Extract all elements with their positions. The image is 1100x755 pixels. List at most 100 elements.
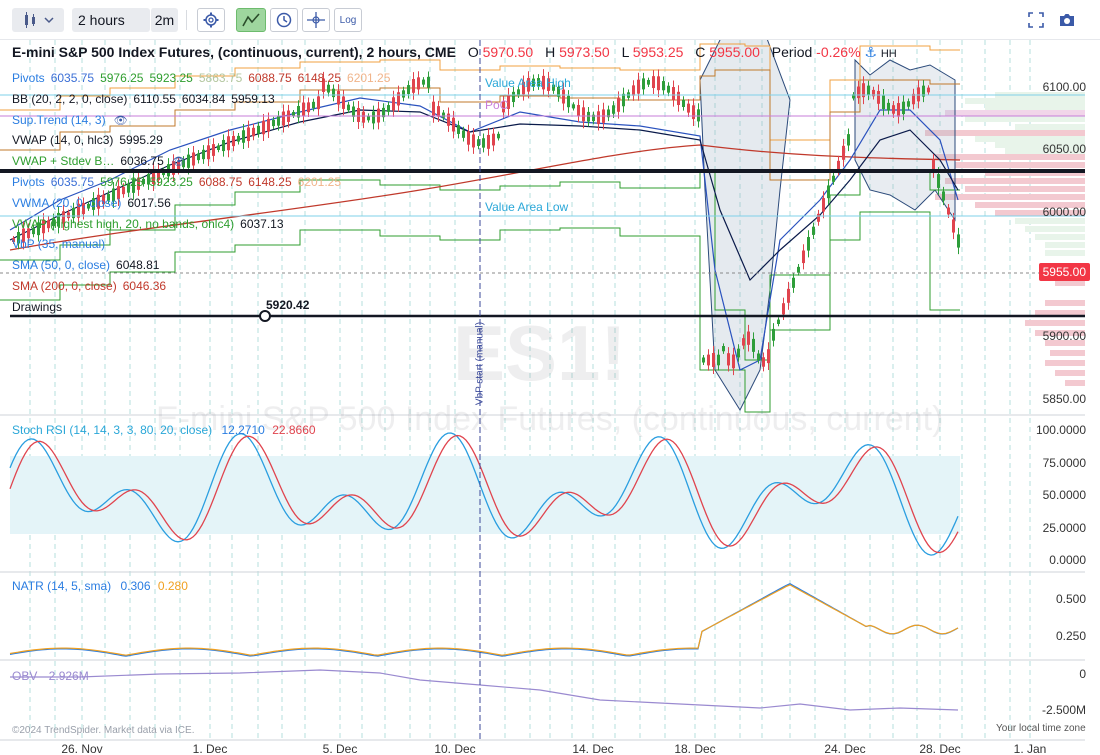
candle-body — [587, 111, 590, 122]
indicator-row[interactable]: VWAP (14, 0, hlc3) 5995.29 — [12, 133, 163, 147]
price-tick-label: 6050.00 — [1042, 142, 1086, 156]
candle-body — [407, 85, 410, 94]
fullscreen-icon — [1028, 12, 1044, 28]
candle-body — [252, 127, 255, 137]
candle-body — [822, 198, 825, 212]
candle-body — [492, 133, 495, 146]
indicator-value: 5976.25 — [100, 71, 144, 85]
candlestick-icon — [25, 12, 35, 28]
stoch-rsi-k-value: 12.2710 — [221, 423, 265, 437]
timezone-text[interactable]: Your local time zone — [996, 723, 1086, 734]
candle-body — [237, 135, 240, 142]
indicator-value: 6048.81 — [116, 258, 160, 273]
candle-body — [782, 303, 785, 315]
settings-button[interactable] — [197, 8, 225, 32]
obv-line — [10, 669, 959, 711]
hline-anchor-handle — [259, 310, 271, 322]
natr-line — [9, 583, 959, 657]
natr-name: NATR (14, 5, sma) — [12, 579, 112, 593]
candle-body — [372, 111, 375, 124]
candle-body — [277, 115, 280, 126]
poc-label: PoC — [485, 98, 509, 112]
candle-body — [202, 149, 205, 160]
visibility-eye-icon[interactable]: 👁 — [114, 115, 128, 127]
fullscreen-button[interactable] — [1026, 8, 1046, 32]
date-tick-label: 1. Jan — [1013, 742, 1047, 755]
indicator-row[interactable]: Sup.Trend (14, 3) 👁 — [12, 113, 128, 127]
vbp-bar — [1035, 234, 1085, 240]
vbp-start-label[interactable]: VbP start (manual) — [475, 304, 486, 424]
candle-body — [952, 219, 955, 233]
candle-body — [742, 338, 745, 346]
candle-body — [732, 354, 735, 369]
candle-body — [942, 191, 945, 201]
candle-body — [432, 101, 435, 116]
candle-body — [517, 89, 520, 96]
candle-body — [347, 104, 350, 111]
candle-body — [807, 237, 810, 251]
trend-tool-button[interactable] — [236, 8, 266, 32]
obv-tick-label: 0 — [1079, 667, 1086, 681]
chart-type-button[interactable] — [12, 8, 64, 32]
indicator-row[interactable]: Pivots 6035.75 5976.25 5923.25 6088.75 6148.2… — [12, 175, 341, 189]
indicator-row[interactable]: BB (20, 2, 2, 0, close) 6110.55 6034.84 595… — [12, 92, 275, 106]
screenshot-button[interactable] — [1056, 8, 1078, 32]
indicator-value: 6037.13 — [240, 216, 284, 231]
crosshair-button[interactable] — [302, 8, 330, 32]
indicator-value: 6036.75 — [120, 154, 164, 169]
indicator-name: VWAP + Stdev B… — [12, 154, 115, 169]
candle-body — [797, 266, 800, 273]
indicator-value: 5959.13 — [231, 91, 275, 106]
period-value: -0.26% — [816, 44, 861, 60]
candle-body — [832, 175, 835, 182]
candle-body — [227, 136, 230, 151]
indicator-row[interactable]: VWAP (highest high, 20, no bands, ohlc4)… — [12, 217, 284, 231]
compare-interval-button[interactable]: 2m — [150, 8, 178, 32]
candle-body — [957, 234, 960, 248]
open-value: 5970.50 — [482, 44, 534, 60]
chart-area[interactable]: ES1! E-mini S&P 500 Index Futures, (cont… — [0, 40, 1100, 755]
indicator-value: 5995.29 — [119, 133, 163, 148]
candle-body — [282, 111, 285, 126]
indicator-name: VWMA (20, 0, close) — [12, 195, 122, 210]
hline-label[interactable]: 5920.42 — [266, 298, 309, 312]
obv-value: -2.926M — [44, 669, 89, 683]
candle-body — [357, 107, 360, 122]
indicator-row[interactable]: VWAP + Stdev B… 6036.75 👁 — [12, 154, 186, 168]
indicator-row[interactable]: Drawings — [12, 300, 62, 314]
indicator-value: 5923.25 — [149, 71, 193, 85]
vbp-bar — [1065, 380, 1085, 386]
vbp-bar — [1025, 226, 1085, 232]
date-tick-label: 26. Nov — [61, 742, 103, 755]
indicator-row[interactable]: Pivots 6035.75 5976.25 5923.25 5863.75 6088.7… — [12, 71, 390, 85]
indicator-row[interactable]: VWMA (20, 0, close) 6017.56 — [12, 196, 171, 210]
log-scale-button[interactable]: Log — [334, 8, 362, 32]
stoch-rsi-d-value: 22.8660 — [272, 423, 316, 437]
date-tick-label: 18. Dec — [674, 742, 716, 755]
indicator-row[interactable]: SMA (50, 0, close) 6048.81 — [12, 258, 159, 272]
candle-body — [847, 134, 850, 146]
candle-body — [437, 106, 440, 117]
candle-body — [677, 91, 680, 106]
candle-body — [637, 79, 640, 94]
symbol-title: E-mini S&P 500 Index Futures, (continuou… — [12, 44, 456, 60]
date-tick-label: 1. Dec — [192, 742, 228, 755]
indicator-row[interactable]: SMA (200, 0, close) 6046.36 — [12, 279, 166, 293]
candle-body — [767, 349, 770, 364]
candle-body — [232, 135, 235, 147]
clock-button[interactable] — [270, 8, 298, 32]
high-label: H — [545, 44, 556, 60]
candle-body — [877, 90, 880, 104]
candle-body — [657, 76, 660, 91]
candle-body — [672, 87, 675, 101]
candle-body — [567, 95, 570, 108]
interval-select[interactable]: 2 hours — [72, 8, 150, 32]
indicator-row[interactable]: VbP (35, manual) — [12, 237, 105, 251]
value-area-high-label: Value Area High — [485, 76, 571, 90]
value-area-low-label: Value Area Low — [485, 200, 569, 214]
stoch-tick-label: 0.0000 — [1049, 553, 1086, 567]
stoch-tick-label: 25.0000 — [1042, 521, 1086, 535]
candle-body — [307, 102, 310, 113]
vbp-bar — [945, 178, 1085, 184]
visibility-eye-icon[interactable]: 👁 — [172, 156, 186, 168]
